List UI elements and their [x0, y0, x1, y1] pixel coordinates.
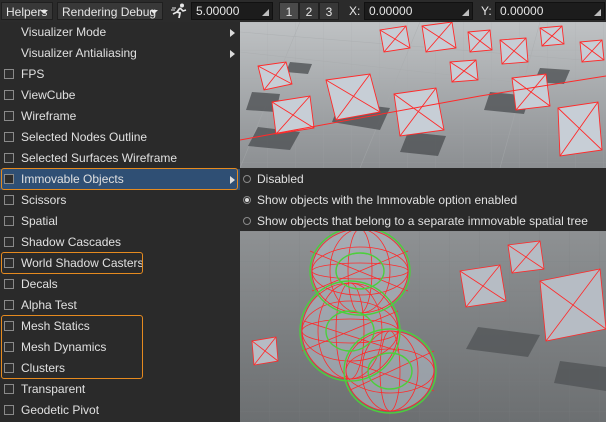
camera-speed-value: 5.00000: [196, 4, 240, 18]
camera-speed-field[interactable]: 5.00000: [191, 2, 273, 20]
toolbar: Helpers Rendering Debug 5.00000 1 2 3 X:…: [0, 0, 606, 23]
checkbox[interactable]: [4, 90, 14, 100]
menu-item-label: FPS: [21, 67, 45, 81]
checkbox[interactable]: [4, 195, 14, 205]
checkbox[interactable]: [4, 342, 14, 352]
rendering-debug-label: Rendering Debug: [62, 5, 157, 19]
menu-item-label: Spatial: [21, 214, 58, 228]
checkbox[interactable]: [4, 237, 14, 247]
radio-button[interactable]: [243, 217, 251, 225]
menu-item-viewcube[interactable]: ViewCube: [0, 85, 240, 106]
menu-item-immovable-objects[interactable]: Immovable Objects: [0, 169, 240, 190]
menu-item-alpha-test[interactable]: Alpha Test: [0, 295, 240, 316]
viewport-top[interactable]: [240, 22, 606, 168]
checkbox[interactable]: [4, 69, 14, 79]
y-label: Y:: [481, 4, 492, 18]
scene-boxes-preview: [240, 22, 606, 168]
option-label: Disabled: [257, 172, 304, 186]
menu-item-geodetic-pivot[interactable]: Geodetic Pivot: [0, 400, 240, 421]
checkbox[interactable]: [4, 279, 14, 289]
immovable-objects-submenu: Disabled Show objects with the Immovable…: [240, 169, 606, 231]
option-label: Show objects with the Immovable option e…: [257, 193, 518, 207]
radio-button[interactable]: [243, 175, 251, 183]
menu-item-shadow-cascades[interactable]: Shadow Cascades: [0, 232, 240, 253]
menu-item-label: Immovable Objects: [21, 172, 124, 186]
menu-item-label: Transparent: [21, 382, 86, 396]
rendering-debug-dropdown[interactable]: Rendering Debug: [57, 2, 163, 20]
view-button-2[interactable]: 2: [299, 2, 319, 20]
menu-item-scissors[interactable]: Scissors: [0, 190, 240, 211]
menu-item-spatial[interactable]: Spatial: [0, 211, 240, 232]
resize-grip-icon: [594, 9, 601, 16]
checkbox[interactable]: [4, 321, 14, 331]
chevron-right-icon: [230, 50, 235, 58]
chevron-right-icon: [230, 176, 235, 184]
checkbox[interactable]: [4, 384, 14, 394]
x-coordinate-value: 0.00000: [369, 4, 413, 18]
checkbox[interactable]: [4, 405, 14, 415]
menu-item-decals[interactable]: Decals: [0, 274, 240, 295]
menu-item-label: Wireframe: [21, 109, 77, 123]
menu-item-label: World Shadow Casters: [21, 256, 144, 270]
option-show-separate-tree[interactable]: Show objects that belong to a separate i…: [240, 211, 606, 231]
scene-spheres-preview: [240, 231, 606, 422]
checkbox[interactable]: [4, 258, 14, 268]
menu-item-fps[interactable]: FPS: [0, 64, 240, 85]
menu-item-label: ViewCube: [21, 88, 76, 102]
menu-item-visualizer-antialiasing[interactable]: Visualizer Antialiasing: [0, 43, 240, 64]
checkbox[interactable]: [4, 174, 14, 184]
menu-item-selected-nodes-outline[interactable]: Selected Nodes Outline: [0, 127, 240, 148]
y-coordinate-value: 0.00000: [500, 4, 544, 18]
resize-grip-icon: [462, 9, 469, 16]
menu-item-label: Visualizer Mode: [21, 25, 107, 39]
menu-item-selected-surfaces-wireframe[interactable]: Selected Surfaces Wireframe: [0, 148, 240, 169]
menu-item-visualizer-mode[interactable]: Visualizer Mode: [0, 22, 240, 43]
x-label: X:: [349, 4, 361, 18]
chevron-down-icon: [40, 10, 48, 14]
menu-item-label: Mesh Statics: [21, 319, 90, 333]
menu-item-label: Scissors: [21, 193, 67, 207]
option-disabled[interactable]: Disabled: [240, 169, 606, 189]
checkbox[interactable]: [4, 216, 14, 226]
menu-item-mesh-dynamics[interactable]: Mesh Dynamics: [0, 337, 240, 358]
chevron-down-icon: [150, 10, 158, 14]
x-coordinate-field[interactable]: 0.00000: [364, 2, 473, 20]
menu-item-label: Decals: [21, 277, 58, 291]
menu-item-label: Selected Surfaces Wireframe: [21, 151, 178, 165]
menu-item-label: Alpha Test: [21, 298, 77, 312]
radio-button-selected[interactable]: [243, 196, 251, 204]
menu-item-label: Selected Nodes Outline: [21, 130, 148, 144]
checkbox[interactable]: [4, 153, 14, 163]
helpers-dropdown[interactable]: Helpers: [1, 2, 53, 20]
menu-item-label: Geodetic Pivot: [21, 403, 100, 417]
menu-item-transparent[interactable]: Transparent: [0, 379, 240, 400]
option-show-immovable[interactable]: Show objects with the Immovable option e…: [240, 190, 606, 210]
view-button-3[interactable]: 3: [319, 2, 339, 20]
y-coordinate-field[interactable]: 0.00000: [495, 2, 605, 20]
menu-item-world-shadow-casters[interactable]: World Shadow Casters: [0, 253, 240, 274]
chevron-right-icon: [230, 29, 235, 37]
checkbox[interactable]: [4, 111, 14, 121]
running-man-icon: [171, 3, 187, 19]
resize-grip-icon: [262, 9, 269, 16]
option-label: Show objects that belong to a separate i…: [257, 214, 588, 228]
menu-item-mesh-statics[interactable]: Mesh Statics: [0, 316, 240, 337]
menu-item-label: Visualizer Antialiasing: [21, 46, 137, 60]
menu-item-label: Clusters: [21, 361, 66, 375]
checkbox[interactable]: [4, 300, 14, 310]
checkbox[interactable]: [4, 363, 14, 373]
view-button-1[interactable]: 1: [279, 2, 299, 20]
menu-item-label: Mesh Dynamics: [21, 340, 107, 354]
helpers-menu: Visualizer Mode Visualizer Antialiasing …: [0, 22, 240, 422]
checkbox[interactable]: [4, 132, 14, 142]
menu-item-wireframe[interactable]: Wireframe: [0, 106, 240, 127]
menu-item-label: Shadow Cascades: [21, 235, 122, 249]
menu-item-clusters[interactable]: Clusters: [0, 358, 240, 379]
viewport-bottom[interactable]: [240, 231, 606, 422]
